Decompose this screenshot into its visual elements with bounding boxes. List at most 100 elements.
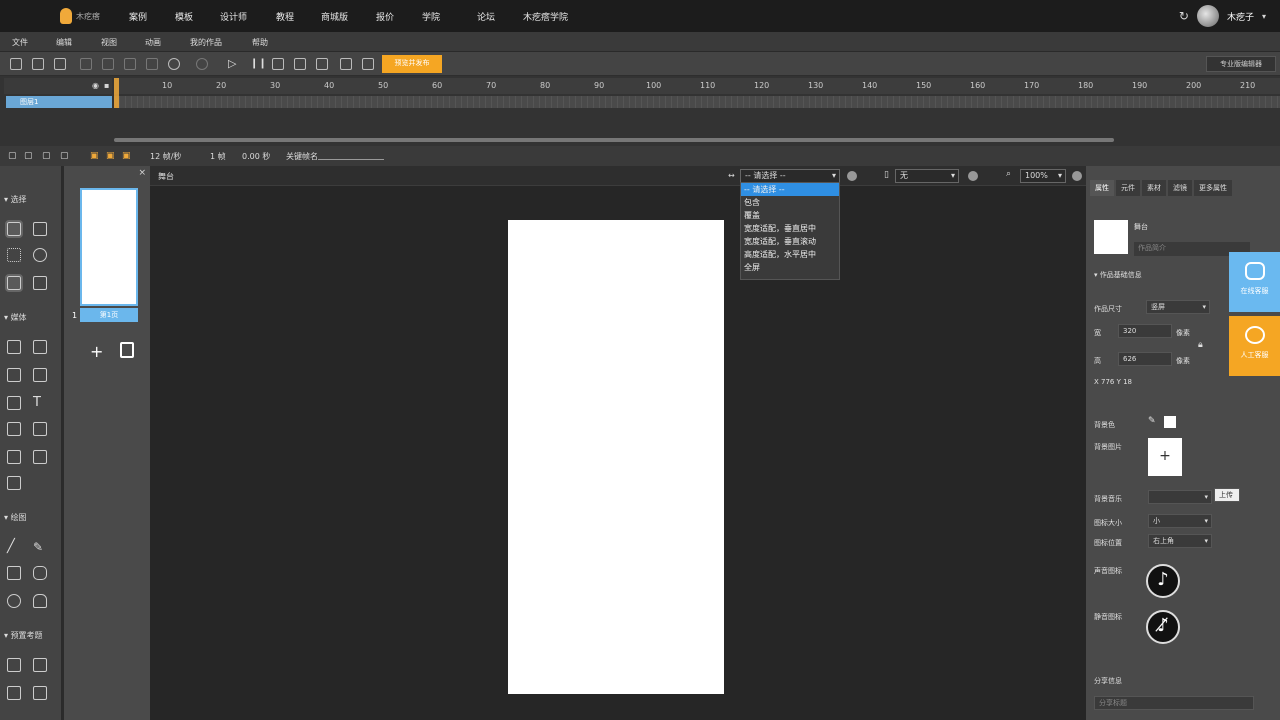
lock-ratio-icon[interactable]: 🔒︎ bbox=[1198, 340, 1203, 350]
human-service-button[interactable]: 人工客服 bbox=[1229, 316, 1280, 376]
playhead[interactable] bbox=[114, 78, 119, 108]
tab-properties[interactable]: 属性 bbox=[1090, 180, 1114, 196]
audio-icon[interactable] bbox=[33, 368, 47, 382]
stage-canvas[interactable] bbox=[508, 220, 724, 694]
delete-icon[interactable] bbox=[146, 58, 158, 70]
text-tool-icon[interactable]: T bbox=[33, 396, 47, 410]
polygon-tool-icon[interactable] bbox=[33, 594, 47, 608]
list-icon[interactable] bbox=[7, 422, 21, 436]
nav-item-academy[interactable]: 学院 bbox=[422, 10, 440, 23]
user-name[interactable]: 木疙子 bbox=[1227, 10, 1254, 23]
trash-icon[interactable]: ▢ bbox=[42, 151, 51, 161]
tool-section-media[interactable]: ▾ 媒体 bbox=[4, 312, 27, 323]
undo-icon[interactable] bbox=[168, 58, 180, 70]
dropdown-option[interactable]: 包含 bbox=[741, 196, 839, 209]
avatar[interactable] bbox=[1196, 5, 1219, 27]
menu-file[interactable]: 文件 bbox=[12, 37, 28, 48]
pause-icon[interactable]: ❙❙ bbox=[250, 58, 267, 70]
tab-assets[interactable]: 素材 bbox=[1142, 180, 1166, 196]
copy-icon[interactable] bbox=[102, 58, 114, 70]
rectangle-tool-icon[interactable] bbox=[7, 566, 21, 580]
align-tool-icon[interactable] bbox=[33, 276, 47, 290]
nav-item-store[interactable]: 商城版 bbox=[321, 10, 348, 23]
tool-section-draw[interactable]: ▾ 绘图 bbox=[4, 512, 27, 523]
menu-view[interactable]: 视图 bbox=[101, 37, 117, 48]
lock-icon[interactable]: ▪ bbox=[104, 81, 109, 90]
dropdown-option[interactable]: 覆盖 bbox=[741, 209, 839, 222]
section-basic-info[interactable]: ▾ 作品基础信息 bbox=[1094, 270, 1142, 280]
help-icon[interactable] bbox=[1072, 171, 1082, 181]
keyframe-name-input[interactable] bbox=[318, 159, 384, 160]
stage-tab[interactable]: 舞台 bbox=[158, 171, 174, 182]
open-folder-icon[interactable] bbox=[32, 58, 44, 70]
pro-editor-button[interactable]: 专业版编辑器 bbox=[1206, 56, 1276, 72]
document-icon[interactable] bbox=[340, 58, 352, 70]
play-icon[interactable]: ▷ bbox=[228, 58, 240, 70]
node-tool-icon[interactable] bbox=[5, 274, 23, 292]
tab-filters[interactable]: 滤镜 bbox=[1168, 180, 1192, 196]
tool-section-preset-questions[interactable]: ▾ 预置考题 bbox=[4, 630, 43, 641]
shape-icon[interactable] bbox=[7, 396, 21, 410]
rounded-rect-tool-icon[interactable] bbox=[33, 566, 47, 580]
onion-outline-icon[interactable]: ▣ bbox=[106, 151, 115, 161]
question-lock-icon[interactable] bbox=[33, 686, 47, 700]
tab-elements[interactable]: 元件 bbox=[1116, 180, 1140, 196]
help-icon[interactable] bbox=[968, 171, 978, 181]
tool-section-select[interactable]: ▾ 选择 bbox=[4, 194, 27, 205]
zoom-select[interactable]: 100% ▾ bbox=[1020, 169, 1066, 183]
line-tool-icon[interactable]: ╱ bbox=[7, 540, 21, 554]
bg-music-select[interactable]: ▾ bbox=[1148, 490, 1212, 504]
chevron-down-icon[interactable]: ▾ bbox=[1262, 12, 1266, 21]
export-icon[interactable] bbox=[316, 58, 328, 70]
nav-item-pricing[interactable]: 报价 bbox=[376, 10, 394, 23]
preview-publish-button[interactable]: 预览并发布 bbox=[382, 55, 442, 73]
paste-icon[interactable] bbox=[124, 58, 136, 70]
transform-tool-icon[interactable] bbox=[33, 222, 47, 236]
menu-animation[interactable]: 动画 bbox=[145, 37, 161, 48]
question-grid-icon[interactable] bbox=[33, 658, 47, 672]
select-tool-icon[interactable] bbox=[5, 220, 23, 238]
menu-edit[interactable]: 编辑 bbox=[56, 37, 72, 48]
dropdown-option[interactable]: 宽度适配，垂直滚动 bbox=[741, 235, 839, 248]
nav-item-forum[interactable]: 论坛 bbox=[477, 10, 495, 23]
stop-icon[interactable] bbox=[272, 58, 284, 70]
music-icon-position-select[interactable]: 右上角 ▾ bbox=[1148, 534, 1212, 548]
site-logo[interactable]: 木疙瘩 bbox=[60, 6, 120, 26]
refresh-icon[interactable]: ↻ bbox=[1179, 9, 1189, 23]
online-service-button[interactable]: 在线客服 bbox=[1229, 252, 1280, 312]
bg-image-upload[interactable]: + bbox=[1148, 438, 1182, 476]
pen-tool-icon[interactable]: ✎ bbox=[33, 540, 47, 554]
dropdown-option[interactable]: 高度适配，水平居中 bbox=[741, 248, 839, 261]
share-title-input[interactable]: 分享标题 bbox=[1094, 696, 1254, 710]
video-icon[interactable] bbox=[33, 422, 47, 436]
text-block-icon[interactable] bbox=[7, 340, 21, 354]
redo-icon[interactable] bbox=[196, 58, 208, 70]
edit-frames-icon[interactable]: ▣ bbox=[122, 151, 131, 161]
dropdown-option[interactable]: 宽度适配，垂直居中 bbox=[741, 222, 839, 235]
question-list-icon[interactable] bbox=[7, 658, 21, 672]
close-icon[interactable]: × bbox=[138, 168, 146, 178]
gallery-icon[interactable] bbox=[7, 450, 21, 464]
ellipse-tool-icon[interactable] bbox=[7, 594, 21, 608]
menu-help[interactable]: 帮助 bbox=[252, 37, 268, 48]
eye-icon[interactable]: ◉ bbox=[92, 81, 99, 90]
onion-skin-icon[interactable]: ▣ bbox=[90, 151, 99, 161]
music-mute-icon[interactable]: ♪̸ bbox=[1146, 610, 1180, 644]
copy-layer-icon[interactable]: ▢ bbox=[60, 151, 69, 161]
upload-button[interactable]: 上传 bbox=[1214, 488, 1240, 502]
chart-icon[interactable] bbox=[33, 450, 47, 464]
nav-item-designers[interactable]: 设计师 bbox=[220, 10, 247, 23]
adapt-select[interactable]: -- 请选择 -- ▾ bbox=[740, 169, 840, 183]
add-page-icon[interactable]: + bbox=[90, 342, 103, 361]
eyedropper-icon[interactable]: ✎ bbox=[1148, 416, 1156, 426]
zoom-tool-icon[interactable] bbox=[33, 248, 47, 262]
cut-icon[interactable] bbox=[80, 58, 92, 70]
music-note-icon[interactable]: ♪ bbox=[1146, 564, 1180, 598]
bg-color-swatch[interactable] bbox=[1164, 416, 1176, 428]
page-label[interactable]: 第1页 bbox=[80, 308, 138, 322]
nav-item-templates[interactable]: 模板 bbox=[175, 10, 193, 23]
new-file-icon[interactable] bbox=[10, 58, 22, 70]
width-input[interactable]: 320 bbox=[1118, 324, 1172, 338]
device-select[interactable]: 无 ▾ bbox=[895, 169, 959, 183]
timeline-scrollbar[interactable] bbox=[114, 138, 1114, 142]
